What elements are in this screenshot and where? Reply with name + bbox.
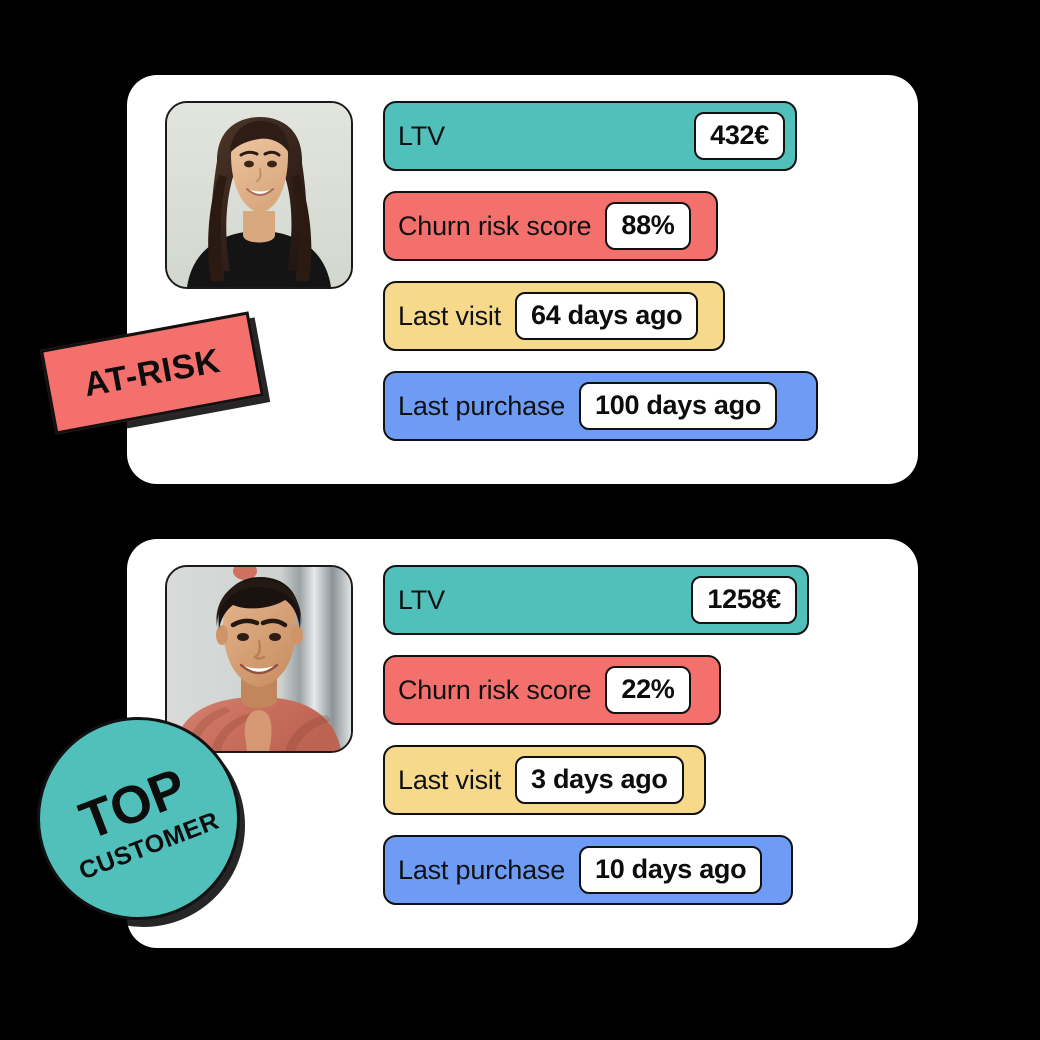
metrics-list: LTV 1258€ Churn risk score 22% Last visi… [383,565,903,905]
metric-row-last-purchase[interactable]: Last purchase 10 days ago [383,835,793,905]
metric-value: 88% [605,202,691,250]
metric-label: Last visit [398,300,502,331]
metric-value: 432€ [694,112,785,160]
metric-value: 64 days ago [515,292,699,340]
metric-value: 22% [605,666,691,714]
avatar-photo-woman [167,103,351,287]
metric-label: Churn risk score [398,674,592,705]
metric-row-churn-risk-score[interactable]: Churn risk score 88% [383,191,718,261]
metric-row-last-visit[interactable]: Last visit 64 days ago [383,281,725,351]
avatar [165,101,353,289]
customer-card-top-customer[interactable]: LTV 1258€ Churn risk score 22% Last visi… [127,539,918,948]
metric-label: LTV [398,584,445,615]
metric-label: Last visit [398,764,502,795]
metric-label: Last purchase [398,854,566,885]
metric-row-last-purchase[interactable]: Last purchase 100 days ago [383,371,818,441]
metrics-list: LTV 432€ Churn risk score 88% Last visit… [383,101,903,441]
metric-value: 10 days ago [579,846,763,894]
metric-value: 3 days ago [515,756,684,804]
screenshot-stage: LTV 432€ Churn risk score 88% Last visit… [0,0,1040,1040]
customer-card-at-risk[interactable]: LTV 432€ Churn risk score 88% Last visit… [127,75,918,484]
metric-row-ltv[interactable]: LTV 1258€ [383,565,809,635]
status-badge-top-customer: TOP CUSTOMER [37,717,240,920]
metric-value: 100 days ago [579,382,778,430]
metric-row-churn-risk-score[interactable]: Churn risk score 22% [383,655,721,725]
metric-label: LTV [398,120,445,151]
metric-row-ltv[interactable]: LTV 432€ [383,101,797,171]
status-badge-label: AT-RISK [80,341,224,404]
metric-label: Last purchase [398,390,566,421]
metric-value: 1258€ [691,576,797,624]
metric-label: Churn risk score [398,210,592,241]
metric-row-last-visit[interactable]: Last visit 3 days ago [383,745,706,815]
